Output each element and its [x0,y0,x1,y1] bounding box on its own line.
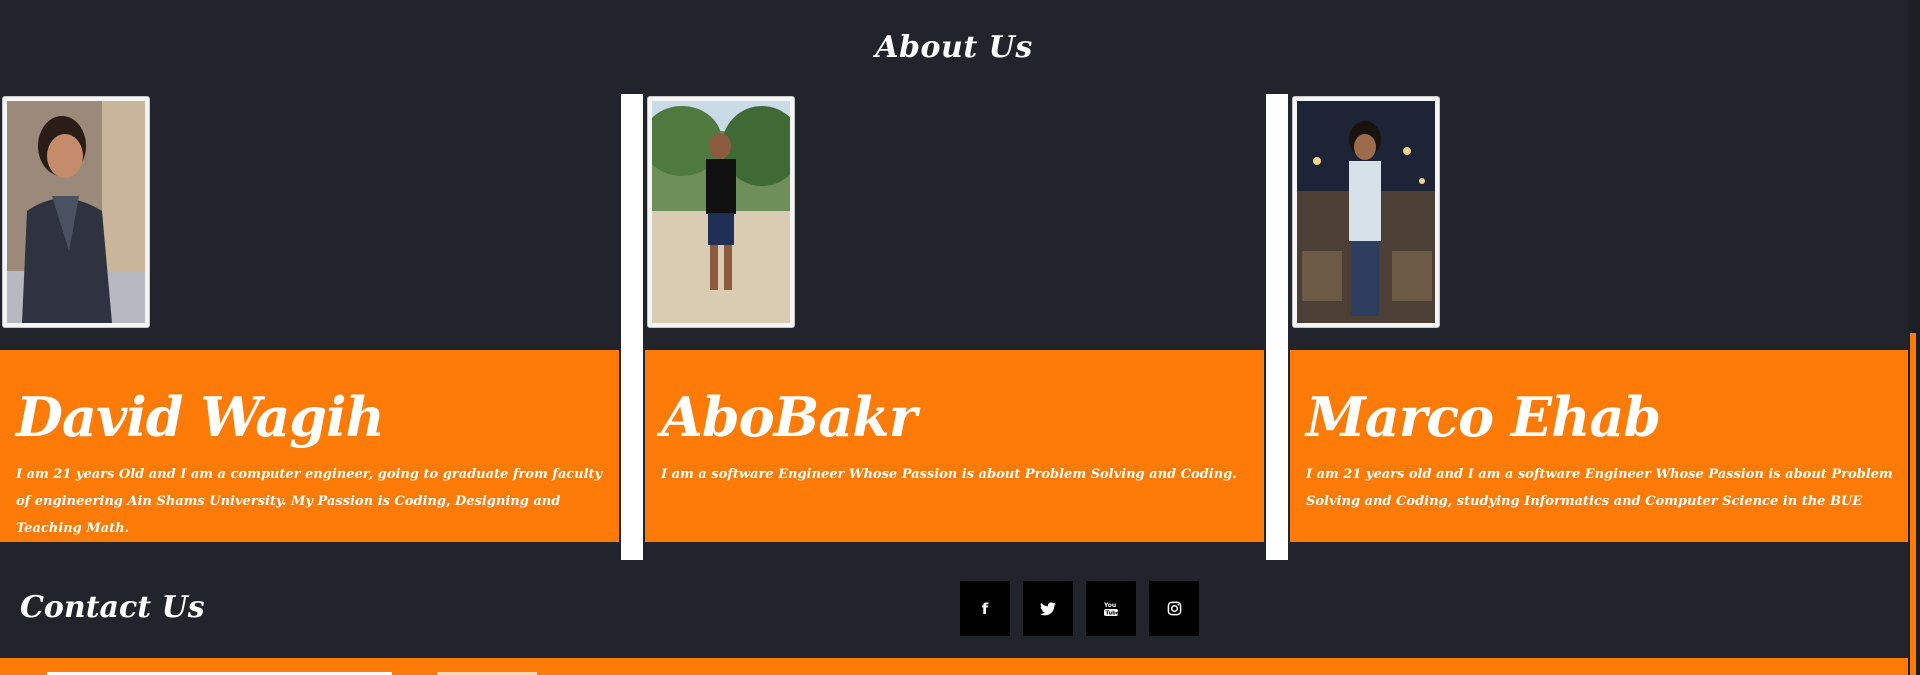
contact-title: Contact Us [20,590,205,625]
portrait-image [1297,101,1435,323]
portrait-image [652,101,790,323]
member-photo [1292,96,1440,328]
member-info: AboBakr I am a software Engineer Whose P… [645,350,1264,542]
facebook-icon: f [981,599,989,618]
member-name: David Wagih [16,385,385,449]
instagram-icon [1167,601,1181,616]
social-links: f You Tube [960,581,1199,636]
card-divider [1264,94,1290,560]
member-info: Marco Ehab I am 21 years old and I am a … [1290,350,1908,542]
member-photo-image [7,101,145,323]
youtube-icon: You Tube [1103,602,1120,617]
about-title: About Us [875,30,1033,65]
portrait-image [7,101,145,323]
member-name: AboBakr [661,385,917,449]
facebook-button[interactable]: f [960,581,1010,636]
member-bio: I am 21 years Old and I am a computer en… [16,467,603,537]
page-edge-accent [1910,333,1916,675]
member-bio: I am 21 years old and I am a software En… [1306,467,1893,510]
footer-bar [0,658,1908,675]
twitter-icon [1040,601,1056,615]
member-photo [647,96,795,328]
svg-text:You: You [1103,602,1116,609]
instagram-button[interactable] [1149,581,1199,636]
youtube-button[interactable]: You Tube [1086,581,1136,636]
member-card: Marco Ehab I am 21 years old and I am a … [1290,94,1908,560]
member-name: Marco Ehab [1306,385,1661,449]
twitter-button[interactable] [1023,581,1073,636]
member-card: AboBakr I am a software Engineer Whose P… [645,94,1264,560]
member-info: David Wagih I am 21 years Old and I am a… [0,350,619,542]
card-divider [619,94,645,560]
member-photo [2,96,150,328]
member-photo-image [1297,101,1435,323]
member-photo-image [652,101,790,323]
svg-text:Tube: Tube [1106,610,1120,616]
member-card: David Wagih I am 21 years Old and I am a… [0,94,619,560]
member-bio: I am a software Engineer Whose Passion i… [661,467,1237,483]
